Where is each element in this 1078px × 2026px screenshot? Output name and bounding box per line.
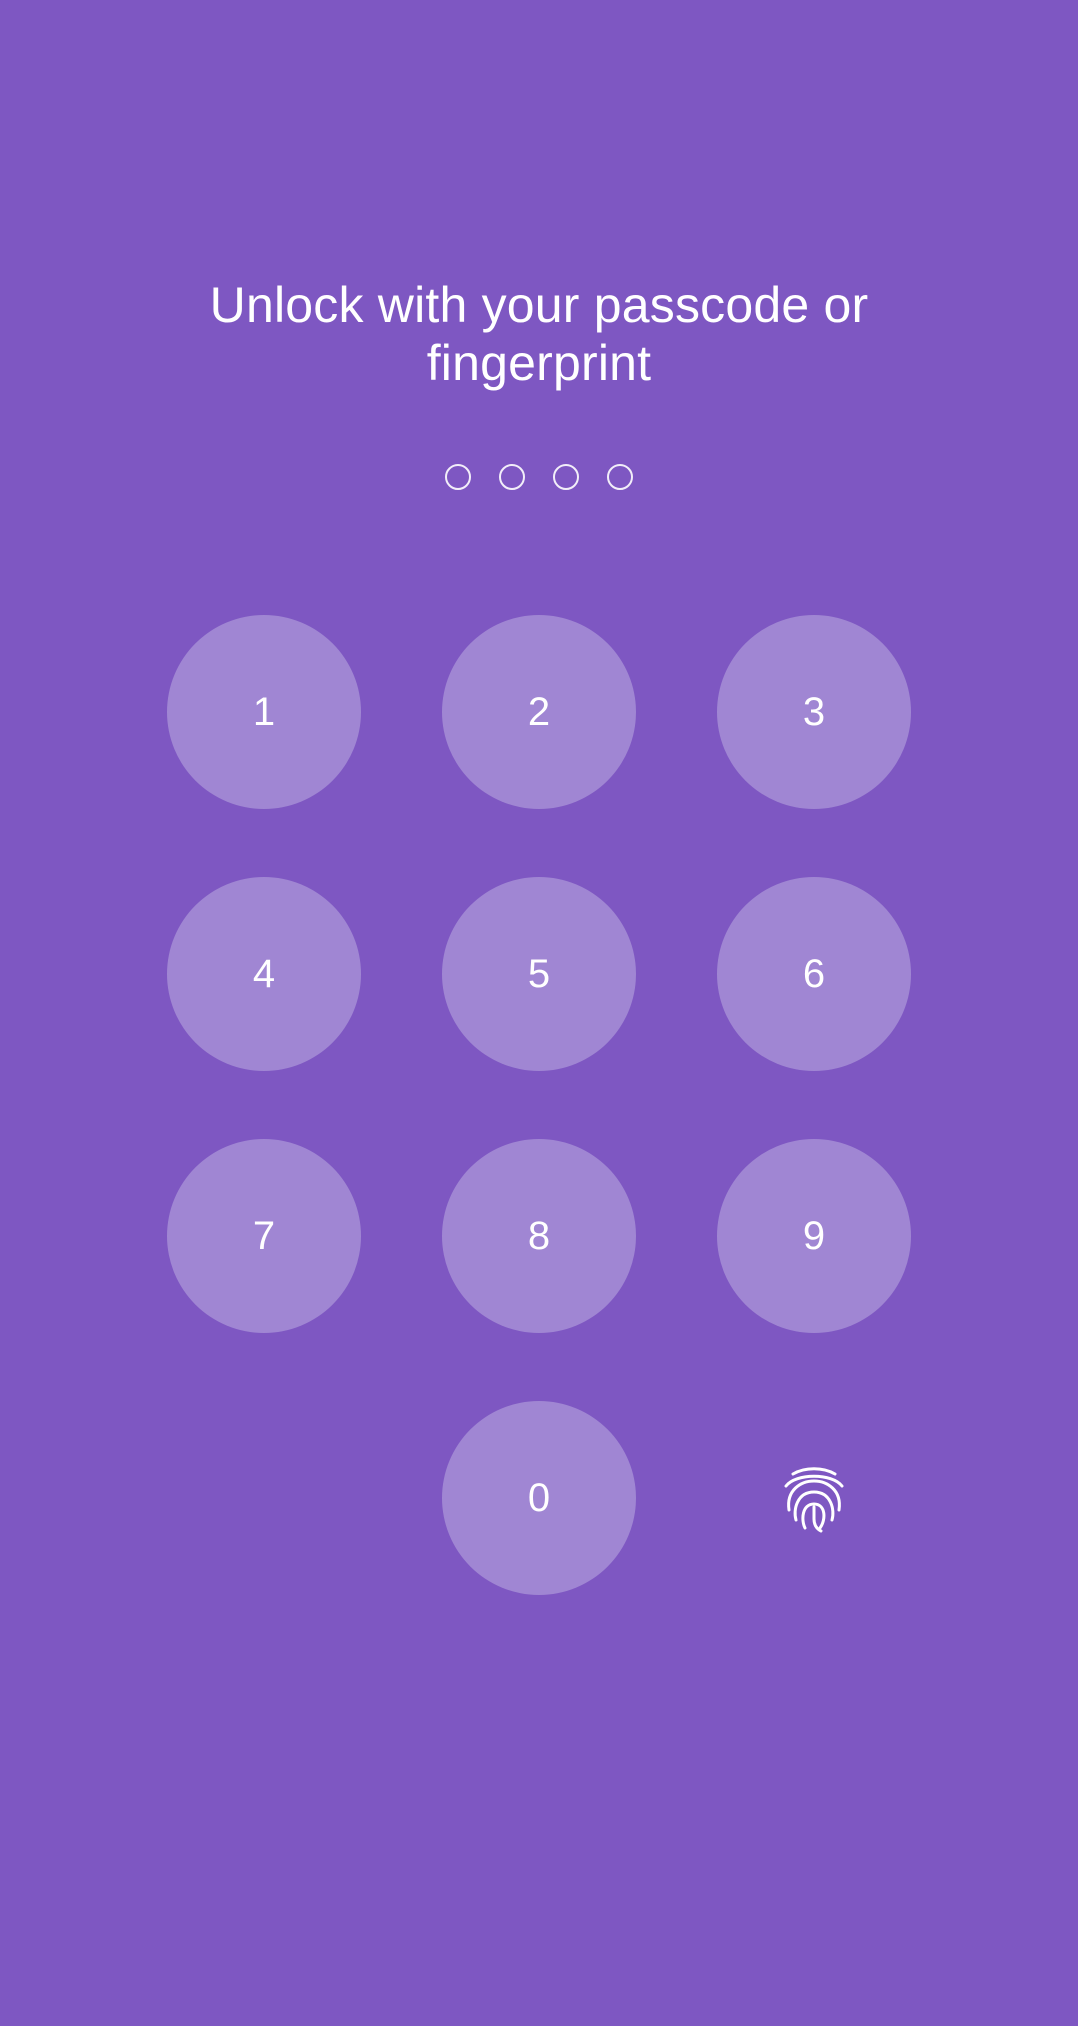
key-label: 7: [252, 1213, 276, 1258]
keypad: 1 2 3 4 5 6 7 8 9 0: [0, 0, 1078, 2026]
key-label: 9: [802, 1213, 826, 1258]
key-label: 6: [802, 951, 826, 996]
fingerprint-button[interactable]: [764, 1450, 864, 1550]
key-5-button[interactable]: 5: [442, 877, 636, 1071]
fingerprint-icon: [784, 1467, 844, 1533]
key-0-button[interactable]: 0: [442, 1401, 636, 1595]
key-label: 1: [252, 689, 276, 734]
key-2-button[interactable]: 2: [442, 615, 636, 809]
key-label: 2: [527, 689, 551, 734]
key-label: 4: [252, 951, 276, 996]
key-label: 0: [527, 1475, 551, 1520]
lock-screen: Unlock with your passcode or fingerprint…: [0, 0, 1078, 2026]
key-label: 3: [802, 689, 826, 734]
key-7-button[interactable]: 7: [167, 1139, 361, 1333]
key-4-button[interactable]: 4: [167, 877, 361, 1071]
key-6-button[interactable]: 6: [717, 877, 911, 1071]
key-1-button[interactable]: 1: [167, 615, 361, 809]
key-3-button[interactable]: 3: [717, 615, 911, 809]
key-label: 8: [527, 1213, 551, 1258]
key-label: 5: [527, 951, 551, 996]
key-9-button[interactable]: 9: [717, 1139, 911, 1333]
key-8-button[interactable]: 8: [442, 1139, 636, 1333]
